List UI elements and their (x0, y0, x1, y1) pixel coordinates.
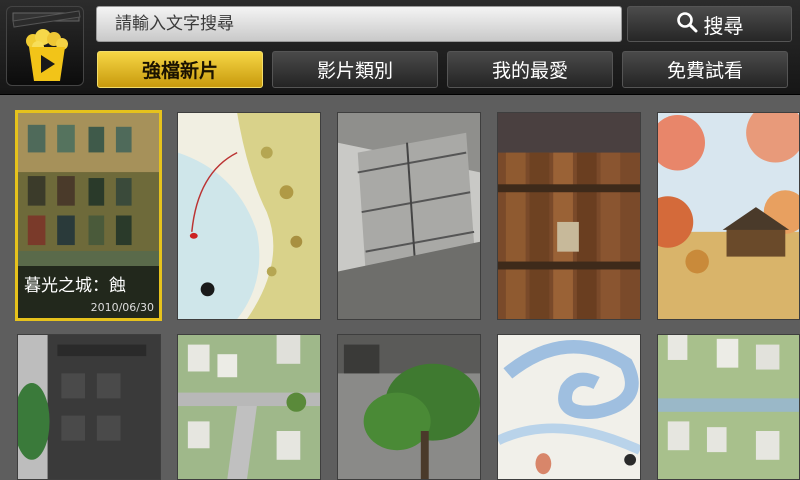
movie-poster[interactable] (497, 112, 641, 320)
tab-label: 影片類別 (316, 60, 393, 82)
movie-poster[interactable] (657, 334, 800, 480)
poster-caption: 暮光之城：蝕 2010/06/30 (18, 266, 159, 318)
movie-poster[interactable] (17, 334, 161, 480)
movie-date: 2010/06/30 (90, 301, 154, 314)
tab-label: 強檔新片 (141, 60, 218, 82)
poster-artwork (338, 113, 480, 319)
search-button[interactable]: 搜尋 (627, 6, 792, 42)
search-input[interactable] (96, 6, 622, 42)
movie-poster[interactable] (657, 112, 800, 320)
movie-poster[interactable] (337, 112, 481, 320)
poster-artwork (178, 335, 320, 479)
popcorn-logo-icon[interactable] (6, 6, 84, 86)
tab-label: 我的最愛 (491, 60, 568, 82)
poster-artwork (498, 113, 640, 319)
tab-label: 免費試看 (666, 60, 743, 82)
movie-poster[interactable] (337, 334, 481, 480)
tab-categories[interactable]: 影片類別 (272, 51, 438, 88)
movie-title: 暮光之城：蝕 (24, 276, 126, 296)
movie-poster[interactable] (497, 334, 641, 480)
poster-artwork (18, 335, 160, 479)
movie-poster[interactable] (177, 334, 321, 480)
poster-artwork (338, 335, 480, 479)
poster-artwork (178, 113, 320, 319)
poster-artwork (658, 335, 799, 479)
movie-poster[interactable]: 暮光之城：蝕 2010/06/30 (15, 110, 162, 321)
magnifier-icon (676, 11, 698, 38)
top-bar: 搜尋 強檔新片 影片類別 我的最愛 免費試看 (0, 0, 800, 95)
tab-favorites[interactable]: 我的最愛 (447, 51, 613, 88)
tab-new-releases[interactable]: 強檔新片 (97, 51, 263, 88)
poster-artwork (498, 335, 640, 479)
tab-free-trial[interactable]: 免費試看 (622, 51, 788, 88)
movie-poster[interactable] (177, 112, 321, 320)
search-button-label: 搜尋 (703, 13, 744, 38)
poster-artwork (658, 113, 799, 319)
